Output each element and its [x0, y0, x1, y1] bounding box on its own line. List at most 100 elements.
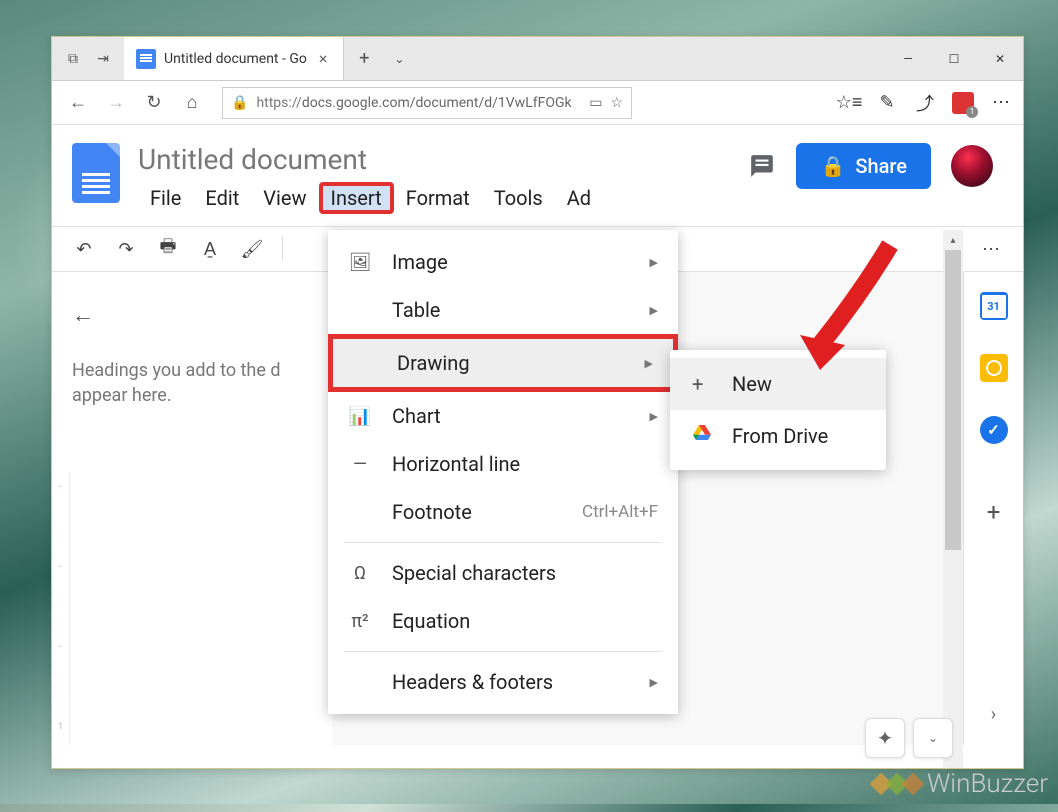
line-icon: — — [348, 454, 372, 475]
submenu-arrow-icon: ▶ — [650, 410, 658, 423]
share-page-icon[interactable]: ⤴ — [913, 91, 937, 115]
side-panel: + › — [963, 272, 1023, 745]
omega-icon: Ω — [348, 563, 372, 584]
insert-drawing-label: Drawing — [397, 351, 470, 375]
insert-chart-label: Chart — [392, 404, 441, 428]
menu-separator — [344, 542, 662, 543]
insert-special-characters[interactable]: Ω Special characters — [328, 549, 678, 597]
menu-file[interactable]: File — [138, 182, 193, 214]
redo-icon[interactable]: ↷ — [114, 237, 138, 261]
new-tab-button[interactable]: + — [344, 37, 384, 80]
extension-abp-icon[interactable]: 1 — [951, 91, 975, 115]
close-window-button[interactable]: ✕ — [977, 37, 1023, 80]
share-button[interactable]: 🔒 Share — [796, 143, 931, 189]
tab-dropdown-icon[interactable]: ⌄ — [384, 37, 414, 80]
tab-close-icon[interactable]: × — [315, 49, 332, 68]
header-actions: 🔒 Share — [748, 143, 1003, 189]
toolbar-more-icon[interactable]: ⋯ — [979, 237, 1003, 261]
url-field[interactable]: 🔒 https://docs.google.com/document/d/1Vw… — [222, 87, 632, 119]
pi-icon: π² — [348, 611, 372, 632]
insert-table[interactable]: Table ▶ — [328, 286, 678, 334]
reading-view-icon[interactable]: ▭ — [589, 95, 602, 111]
menu-edit[interactable]: Edit — [193, 182, 251, 214]
menu-bar: File Edit View Insert Format Tools Ad — [138, 182, 730, 214]
menu-tools[interactable]: Tools — [482, 182, 555, 214]
vertical-scrollbar[interactable]: ▴ — [943, 230, 963, 768]
more-icon[interactable]: ⋯ — [989, 91, 1013, 115]
insert-headers-label: Headers & footers — [392, 670, 553, 694]
document-title[interactable]: Untitled document — [138, 143, 730, 176]
outline-collapse-icon[interactable]: ← — [72, 302, 312, 328]
explore-button[interactable]: ✦ — [865, 718, 905, 758]
account-avatar[interactable] — [951, 145, 993, 187]
outline-placeholder: Headings you add to the d appear here. — [72, 358, 312, 408]
tab-actions-left: ⧉ ⇥ — [52, 37, 124, 80]
favorites-icon[interactable]: ☆≡ — [837, 91, 861, 115]
drawing-drive-label: From Drive — [732, 424, 828, 448]
refresh-button[interactable]: ↻ — [138, 87, 170, 119]
plus-icon: + — [692, 372, 714, 396]
scroll-thumb[interactable] — [945, 250, 961, 550]
insert-equation[interactable]: π² Equation — [328, 597, 678, 645]
insert-equation-label: Equation — [392, 609, 470, 633]
tab-aside-icon[interactable]: ⧉ — [60, 46, 86, 72]
address-bar: ← → ↻ ⌂ 🔒 https://docs.google.com/docume… — [52, 81, 1023, 125]
forward-button[interactable]: → — [100, 87, 132, 119]
addons-plus-icon[interactable]: + — [987, 498, 1001, 526]
scroll-down-button[interactable]: ⌄ — [913, 718, 953, 758]
insert-chart[interactable]: 📊 Chart ▶ — [328, 392, 678, 440]
submenu-arrow-icon: ▶ — [650, 304, 658, 317]
insert-table-label: Table — [392, 298, 440, 322]
insert-drawing[interactable]: Drawing ▶ — [328, 334, 678, 392]
minimize-button[interactable]: — — [885, 37, 931, 80]
document-header: Untitled document File Edit View Insert … — [52, 125, 1023, 214]
tab-set-aside-icon[interactable]: ⇥ — [90, 46, 116, 72]
notes-icon[interactable]: ✎ — [875, 91, 899, 115]
insert-dropdown: 🖼 Image ▶ Table ▶ Drawing ▶ 📊 Chart ▶ — — [328, 230, 678, 714]
browser-window: ⧉ ⇥ Untitled document - Go × + ⌄ — ☐ ✕ ←… — [51, 36, 1024, 769]
image-icon: 🖼 — [348, 252, 372, 273]
drawing-from-drive[interactable]: From Drive — [670, 410, 886, 462]
drawing-submenu: + New From Drive — [670, 350, 886, 470]
maximize-button[interactable]: ☐ — [931, 37, 977, 80]
menu-addons[interactable]: Ad — [555, 182, 603, 214]
paint-format-icon[interactable]: 🖌 — [240, 237, 264, 261]
home-button[interactable]: ⌂ — [176, 87, 208, 119]
submenu-arrow-icon: ▶ — [645, 357, 653, 370]
docs-favicon-icon — [136, 49, 156, 69]
outline-panel: ---1- ← Headings you add to the d appear… — [52, 272, 332, 745]
docs-logo-icon[interactable] — [72, 143, 120, 203]
menu-format[interactable]: Format — [394, 182, 482, 214]
tab-title: Untitled document - Go — [164, 51, 307, 67]
calendar-icon[interactable] — [980, 292, 1008, 320]
comments-icon[interactable] — [748, 153, 776, 179]
drawing-new[interactable]: + New — [670, 358, 886, 410]
insert-image[interactable]: 🖼 Image ▶ — [328, 238, 678, 286]
scroll-up-icon[interactable]: ▴ — [943, 230, 963, 250]
url-text: https://docs.google.com/document/d/1VwLf… — [256, 95, 571, 111]
browser-tab-active[interactable]: Untitled document - Go × — [124, 37, 344, 80]
insert-footnote[interactable]: Footnote Ctrl+Alt+F — [328, 488, 678, 536]
menu-separator — [344, 651, 662, 652]
title-and-menu: Untitled document File Edit View Insert … — [138, 143, 730, 214]
keep-icon[interactable] — [980, 354, 1008, 382]
separator — [282, 237, 283, 261]
submenu-arrow-icon: ▶ — [650, 676, 658, 689]
insert-horizontal-line[interactable]: — Horizontal line — [328, 440, 678, 488]
print-icon[interactable]: 🖶 — [156, 237, 180, 261]
side-panel-collapse-icon[interactable]: › — [991, 704, 996, 725]
share-label: Share — [855, 154, 907, 178]
tasks-icon[interactable] — [980, 416, 1008, 444]
bottom-right-controls: ✦ ⌄ — [865, 718, 953, 758]
insert-footnote-label: Footnote — [392, 500, 472, 524]
undo-icon[interactable]: ↶ — [72, 237, 96, 261]
watermark: WinBuzzer — [873, 769, 1048, 799]
spellcheck-icon[interactable]: A̱ — [198, 237, 222, 261]
back-button[interactable]: ← — [62, 87, 94, 119]
lock-icon: 🔒 — [231, 95, 248, 111]
menu-view[interactable]: View — [251, 182, 318, 214]
insert-headers-footers[interactable]: Headers & footers ▶ — [328, 658, 678, 706]
drive-icon — [692, 424, 714, 448]
favorite-star-icon[interactable]: ☆ — [610, 95, 623, 111]
menu-insert[interactable]: Insert — [319, 182, 394, 214]
